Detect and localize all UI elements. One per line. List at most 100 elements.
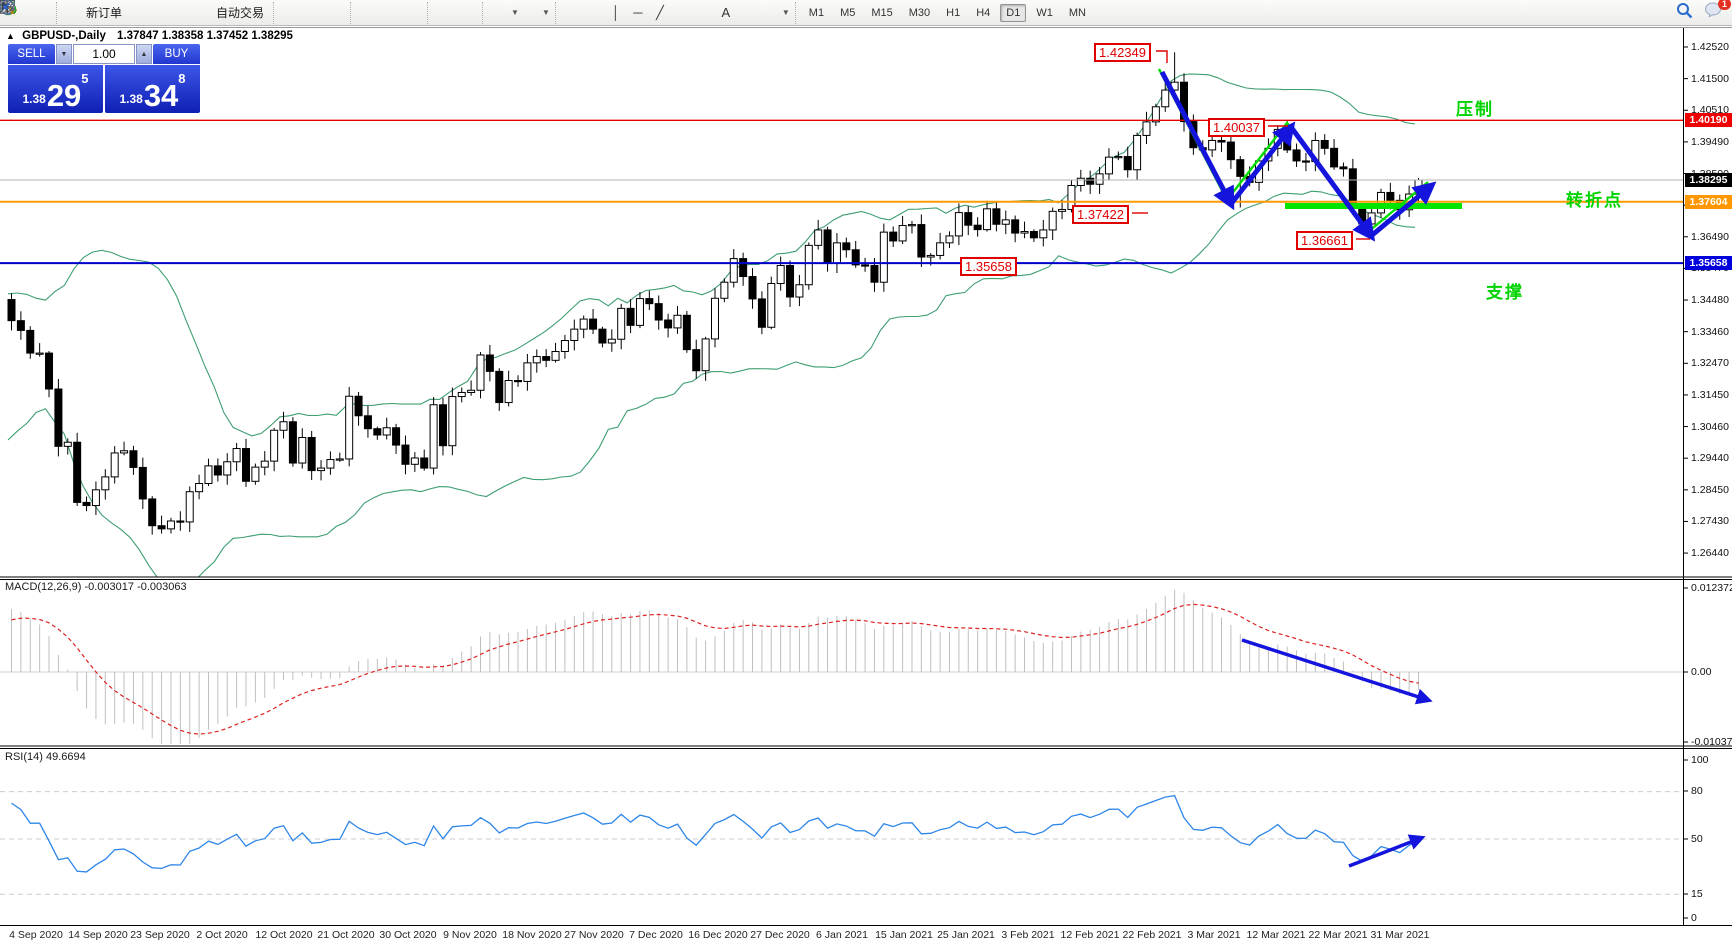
candle-body [805, 245, 812, 284]
candle-body [927, 255, 934, 257]
candle-body [111, 453, 118, 477]
candle-body [17, 321, 24, 331]
candle-body [1368, 213, 1375, 224]
candle-body [439, 405, 446, 446]
candle-body [205, 466, 212, 484]
price-axis-tick: 1.28450 [1691, 484, 1729, 496]
rsi-axis-tick: 15 [1691, 888, 1703, 900]
candle-body [533, 357, 540, 363]
candle-body [918, 225, 925, 257]
sell-price-big: 29 [47, 83, 81, 109]
candle-body [890, 232, 897, 241]
candle-body [346, 396, 353, 459]
candle-body [543, 357, 550, 361]
price-axis-tick: 1.31450 [1691, 389, 1729, 401]
time-axis-label: 18 Nov 2020 [502, 929, 562, 941]
price-axis-tick: 1.29440 [1691, 452, 1729, 464]
buy-price-prefix: 1.38 [119, 92, 142, 106]
candle-body [965, 213, 972, 226]
candle-body [515, 380, 522, 381]
candle-body [1124, 157, 1131, 170]
price-axis-tick: 1.26440 [1691, 547, 1729, 559]
candle-body [683, 315, 690, 349]
price-annotation-label[interactable]: 1.40037 [1208, 118, 1265, 137]
candle-body [1049, 211, 1056, 230]
macd-axis-tick: -0.010374 [1691, 736, 1732, 748]
candle-body [1059, 209, 1066, 211]
candle-body [1030, 232, 1037, 238]
support-text[interactable]: 支撑 [1486, 278, 1524, 303]
volume-down-button[interactable]: ▼ [56, 44, 72, 64]
candle-body [374, 429, 381, 435]
candle-body [1021, 232, 1028, 234]
price-annotation-label[interactable]: 1.37422 [1072, 205, 1129, 224]
time-axis-label: 23 Sep 2020 [130, 929, 190, 941]
candle-body [702, 339, 709, 371]
candle-body [1134, 135, 1141, 169]
candle-body [421, 458, 428, 468]
candle-body [1115, 157, 1122, 158]
time-axis-label: 3 Mar 2021 [1187, 929, 1240, 941]
candle-body [149, 499, 156, 526]
chart-canvas[interactable] [0, 0, 1732, 944]
collapse-triangle-icon[interactable]: ▲ [6, 31, 15, 41]
candle-body [92, 490, 99, 506]
candle-body [561, 340, 568, 351]
pivot-zone-bar[interactable] [1285, 203, 1462, 209]
candle-body [571, 329, 578, 340]
candle-body [308, 438, 315, 471]
time-axis-label: 27 Nov 2020 [564, 929, 624, 941]
candle-body [646, 299, 653, 304]
price-axis-tick: 1.27430 [1691, 515, 1729, 527]
mt4-window: { "toolbar": { "new_order": "新订单", "auto… [0, 0, 1732, 944]
zigzag-blue-arrow[interactable] [1291, 127, 1371, 236]
macd-axis-tick: 0.012372 [1691, 582, 1732, 594]
price-axis-tick: 1.41500 [1691, 73, 1729, 85]
price-annotation-label[interactable]: 1.42349 [1094, 43, 1151, 62]
time-axis-label: 2 Oct 2020 [196, 929, 247, 941]
rsi-trend-arrow[interactable] [1349, 838, 1421, 866]
sell-button[interactable]: SELL [8, 44, 55, 64]
candle-body [974, 225, 981, 229]
one-click-trade-panel: SELL ▼ ▲ BUY 1.38 29 5 1.38 34 8 [8, 44, 200, 113]
rsi-axis-tick: 50 [1691, 833, 1703, 845]
buy-button[interactable]: BUY [153, 44, 200, 64]
time-axis-label: 12 Mar 2021 [1247, 929, 1306, 941]
price-badge: 1.40190 [1685, 113, 1732, 127]
price-annotation-label[interactable]: 1.35658 [960, 257, 1017, 276]
price-annotation-label[interactable]: 1.36661 [1296, 231, 1353, 250]
macd-indicator-label: MACD(12,26,9) -0.003017 -0.003063 [5, 581, 187, 593]
rsi-line [12, 796, 1419, 872]
time-axis-label: 7 Dec 2020 [629, 929, 683, 941]
candle-body [1302, 161, 1309, 162]
pivot-text[interactable]: 转折点 [1566, 186, 1623, 211]
candle-body [36, 353, 43, 354]
candle-body [46, 353, 53, 389]
candle-body [880, 232, 887, 282]
zigzag-blue-arrow[interactable] [1162, 72, 1231, 204]
volume-input[interactable] [73, 44, 135, 64]
time-axis-label: 27 Dec 2020 [750, 929, 810, 941]
candle-body [496, 371, 503, 402]
candle-body [580, 319, 587, 329]
price-badge: 1.35658 [1685, 256, 1732, 270]
candle-body [186, 492, 193, 522]
buy-price-button[interactable]: 1.38 34 8 [105, 65, 200, 113]
candle-body [862, 265, 869, 266]
sell-price-button[interactable]: 1.38 29 5 [8, 65, 103, 113]
resistance-text[interactable]: 压制 [1456, 95, 1494, 120]
candle-body [768, 283, 775, 327]
candle-body [1012, 220, 1019, 233]
candle-body [252, 467, 259, 481]
macd-axis-tick: 0.00 [1691, 666, 1711, 678]
candle-body [824, 230, 831, 263]
time-axis-label: 22 Feb 2021 [1123, 929, 1182, 941]
candle-body [524, 363, 531, 382]
volume-up-button[interactable]: ▲ [136, 44, 152, 64]
time-axis-label: 4 Sep 2020 [9, 929, 63, 941]
candle-body [1293, 150, 1300, 161]
candle-body [674, 315, 681, 328]
candle-body [1143, 122, 1150, 136]
time-axis-label: 3 Feb 2021 [1001, 929, 1054, 941]
candle-body [899, 226, 906, 241]
